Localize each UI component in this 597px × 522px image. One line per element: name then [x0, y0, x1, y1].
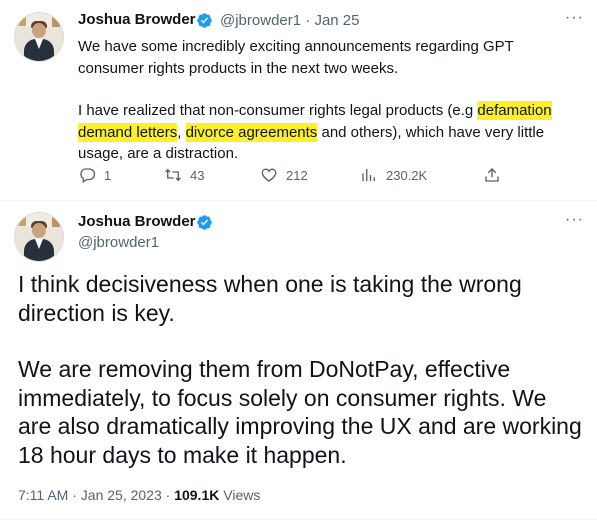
- tweet-date[interactable]: Jan 25, 2023: [81, 487, 162, 503]
- verified-badge-icon: [197, 215, 212, 230]
- tweet-time[interactable]: 7:11 AM: [18, 487, 68, 503]
- avatar[interactable]: [14, 12, 64, 62]
- handle[interactable]: @jbrowder1: [220, 12, 301, 29]
- like-count: 212: [286, 167, 308, 183]
- retweet-button[interactable]: 43: [164, 166, 204, 184]
- views-button[interactable]: 230.2K: [360, 166, 427, 184]
- divider: [0, 200, 597, 201]
- share-icon: [485, 168, 499, 182]
- views-label: Views: [223, 487, 261, 503]
- tweet-paragraph: We are removing them from DoNotPay, effe…: [18, 356, 582, 468]
- reply-count: 1: [104, 167, 112, 183]
- more-options-icon[interactable]: ···: [565, 211, 584, 229]
- like-button[interactable]: 212: [260, 166, 308, 184]
- separator-dot: ·: [305, 12, 311, 29]
- divider: [0, 519, 597, 520]
- retweet-icon: [165, 168, 181, 182]
- separator-dot: ·: [165, 487, 171, 503]
- tweet-date[interactable]: Jan 25: [314, 12, 359, 29]
- handle[interactable]: @jbrowder1: [78, 234, 159, 251]
- retweet-count: 43: [190, 167, 205, 183]
- reply-icon: [80, 168, 96, 183]
- views-count: 109.1K: [174, 487, 220, 503]
- like-icon: [261, 168, 277, 182]
- views-count: 230.2K: [386, 167, 428, 183]
- tweet-paragraph: I have realized that non-consumer rights…: [78, 100, 583, 165]
- share-button[interactable]: [483, 166, 501, 184]
- author-name[interactable]: Joshua Browder: [78, 213, 196, 230]
- highlight-divorce: divorce agreements: [185, 122, 318, 142]
- verified-badge-icon: [197, 13, 212, 28]
- tweet-text: I think decisiveness when one is taking …: [18, 270, 583, 469]
- avatar[interactable]: [14, 212, 64, 262]
- tweet-paragraph: I think decisiveness when one is taking …: [18, 271, 522, 326]
- views-icon: [362, 169, 375, 181]
- tweet-meta: @jbrowder1 · Jan 25: [220, 12, 359, 29]
- tweet-timestamp: 7:11 AM · Jan 25, 2023 · 109.1K Views: [18, 487, 260, 503]
- tweet-paragraph: We have some incredibly exciting announc…: [78, 38, 514, 77]
- separator-dot: ·: [72, 487, 77, 503]
- text-fragment: I have realized that non-consumer rights…: [78, 102, 478, 119]
- reply-button[interactable]: 1: [78, 166, 111, 184]
- tweet-text: We have some incredibly exciting announc…: [78, 36, 583, 165]
- author-name[interactable]: Joshua Browder: [78, 11, 196, 28]
- text-fragment: ,: [177, 123, 186, 141]
- tweet-actions: 1 43 212 230.2K: [78, 166, 508, 186]
- more-options-icon[interactable]: ···: [565, 9, 584, 27]
